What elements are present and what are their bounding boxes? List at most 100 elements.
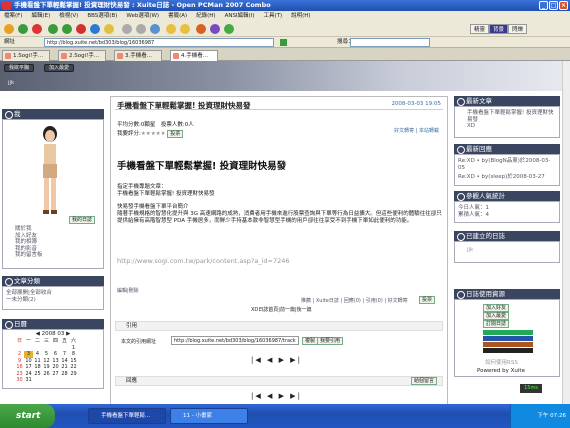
taskbar-item-paint[interactable]: 11 - 小畫家 bbox=[170, 408, 248, 424]
latest-post-1[interactable]: 手機看盤下單輕鬆掌握! 投資理財快易發 bbox=[467, 110, 555, 123]
background-button[interactable]: 背景 bbox=[489, 24, 509, 34]
calendar-day[interactable]: 17 bbox=[24, 364, 33, 371]
calendar-day[interactable]: 18 bbox=[33, 364, 42, 371]
trackback-url-field[interactable]: http://blog.xuite.net/bd303/blog/1603698… bbox=[171, 336, 299, 345]
search-input[interactable] bbox=[350, 38, 430, 47]
reply-item-2[interactable]: Re:XD • by(sleep)於2008-03-27 bbox=[458, 174, 556, 181]
vote-button[interactable]: 投票 bbox=[167, 130, 184, 138]
calendar-day[interactable]: 22 bbox=[69, 364, 78, 371]
go-icon[interactable] bbox=[280, 39, 287, 46]
category-uncategorized[interactable]: 一未分類(2) bbox=[6, 297, 100, 304]
menu-view[interactable]: 檢視(V) bbox=[59, 11, 78, 21]
built-header: 已建立的日誌 bbox=[454, 231, 560, 241]
trackback-pager[interactable]: |◀ ◀ ▶ ▶| bbox=[251, 356, 302, 364]
font-icon[interactable] bbox=[150, 24, 160, 34]
source-link[interactable]: http://www.sogi.com.tw/park/content.asp?… bbox=[117, 257, 289, 265]
calendar-day[interactable]: 20 bbox=[51, 364, 60, 371]
add-friend-button[interactable]: 加入好友 bbox=[483, 304, 510, 312]
menu-file[interactable]: 檔案(F) bbox=[4, 11, 22, 21]
ansi-icon[interactable] bbox=[224, 24, 234, 34]
copy-button[interactable]: 複製 bbox=[302, 337, 319, 345]
menu-help[interactable]: 說明(H) bbox=[291, 11, 310, 21]
built-blog-link[interactable]: jjk bbox=[467, 247, 547, 254]
calendar-day[interactable]: 26 bbox=[42, 371, 51, 378]
trackback-button[interactable]: 我要引用 bbox=[317, 337, 344, 345]
clock: 下午 07:26 bbox=[537, 413, 566, 419]
rss-help-link[interactable]: 如何使用RSS bbox=[485, 360, 518, 367]
repost-link[interactable]: 本站轉載 bbox=[419, 128, 439, 134]
post-footer-links[interactable]: 推薦 | Xuite日誌 | 回應(0) | 引用(0) | 好文轉寄 bbox=[301, 297, 408, 304]
window-titlebar: 手機看盤下單輕鬆掌握! 投資理財快易發 : Xuite日誌 - Open PCM… bbox=[0, 0, 570, 11]
back-link[interactable]: 我欲平胸 bbox=[4, 64, 35, 72]
vote-button-2[interactable]: 投票 bbox=[419, 296, 436, 304]
minimize-button[interactable]: _ bbox=[539, 1, 548, 10]
calendar-day[interactable]: 27 bbox=[51, 371, 60, 378]
maximize-button[interactable]: □ bbox=[549, 1, 558, 10]
my-diary-button[interactable]: 我的日誌 bbox=[69, 216, 96, 224]
category-header: 文章分類 bbox=[2, 276, 104, 286]
paste-icon[interactable] bbox=[136, 24, 146, 34]
latest-post-2[interactable]: XD bbox=[467, 123, 555, 130]
address-input[interactable]: http://blog.xuite.net/bd303/blog/1603698… bbox=[44, 38, 274, 47]
settings-icon[interactable] bbox=[196, 24, 206, 34]
reply-item-1[interactable]: Re:XD • by(BlogN品東)於2008-03-05 bbox=[458, 158, 556, 171]
forward-post-link[interactable]: 好文轉寄 bbox=[394, 128, 414, 134]
next-month-icon[interactable]: ▶ bbox=[64, 331, 70, 337]
add-favorite-button[interactable]: 加入最愛 bbox=[483, 312, 510, 320]
start-button[interactable]: start bbox=[0, 404, 55, 428]
calendar-day[interactable]: 29 bbox=[69, 371, 78, 378]
body-line-3: 快易發手機看盤下單平台簡介 bbox=[117, 204, 189, 210]
calendar-day[interactable]: 19 bbox=[42, 364, 51, 371]
tab-1[interactable]: 1.Sogi!手... bbox=[2, 50, 50, 61]
home-icon[interactable] bbox=[104, 24, 114, 34]
calendar-day[interactable]: 28 bbox=[60, 371, 69, 378]
latest-panel: 手機看盤下單輕鬆掌握! 投資理財快易發 XD bbox=[454, 106, 560, 138]
reply-pager[interactable]: |◀ ◀ ▶ ▶| bbox=[251, 392, 302, 400]
address-label: 網址 bbox=[4, 39, 16, 45]
new-icon[interactable] bbox=[4, 24, 14, 34]
rss-badges[interactable] bbox=[483, 330, 533, 358]
menu-bbs[interactable]: BBS選項(B) bbox=[87, 11, 117, 21]
favorites-icon[interactable] bbox=[166, 24, 176, 34]
disconnect-icon[interactable] bbox=[32, 24, 42, 34]
stop-icon[interactable] bbox=[76, 24, 86, 34]
calendar-day bbox=[33, 377, 42, 384]
add-favorite-icon[interactable] bbox=[180, 24, 190, 34]
blink-button[interactable]: 閃爍 bbox=[508, 24, 528, 34]
latest-header: 最新文章 bbox=[454, 96, 560, 106]
trackback-label: 本文的引用網址 bbox=[121, 339, 157, 345]
post-nav[interactable]: XD日誌首頁|前一篇|後一篇 bbox=[251, 306, 312, 313]
taskbar-item-browser[interactable]: 手機看盤下單輕鬆... bbox=[88, 408, 166, 424]
forward-icon[interactable] bbox=[62, 24, 72, 34]
copy-icon[interactable] bbox=[122, 24, 132, 34]
calendar-day[interactable]: 25 bbox=[33, 371, 42, 378]
avatar bbox=[43, 126, 57, 214]
tab-4[interactable]: 4.手機看... bbox=[170, 50, 218, 61]
menu-history[interactable]: 紀錄(H) bbox=[196, 11, 215, 21]
add-favorite-link[interactable]: 加入最愛 bbox=[44, 64, 75, 72]
guestbook-link[interactable]: 我的留言板 bbox=[15, 252, 43, 259]
edit-delete-links[interactable]: 編輯|刪除 bbox=[117, 287, 139, 294]
wizard-button[interactable]: 精靈 bbox=[470, 24, 490, 34]
close-button[interactable]: × bbox=[559, 1, 568, 10]
menu-web[interactable]: Web選項(W) bbox=[126, 11, 159, 21]
menu-edit[interactable]: 編輯(E) bbox=[31, 11, 50, 21]
emoticon-icon[interactable] bbox=[210, 24, 220, 34]
menu-ansi[interactable]: ANSI編輯(I) bbox=[225, 11, 255, 21]
calendar-day[interactable]: 30 bbox=[15, 377, 24, 384]
refresh-icon[interactable] bbox=[90, 24, 100, 34]
body-line-1: 指定手機專題文章： bbox=[117, 184, 167, 190]
subscribe-button[interactable]: 訂閱日誌 bbox=[483, 320, 510, 328]
calendar-day[interactable]: 31 bbox=[24, 377, 33, 384]
tab-2[interactable]: 2.Sogi!手... bbox=[58, 50, 106, 61]
leave-reply-button[interactable]: 給個留言 bbox=[411, 377, 438, 385]
tab-3[interactable]: 3.手機看... bbox=[114, 50, 162, 61]
star-rating[interactable]: ★★★★★ bbox=[141, 131, 166, 137]
menu-tools[interactable]: 工具(T) bbox=[263, 11, 282, 21]
calendar-day[interactable]: 21 bbox=[60, 364, 69, 371]
menu-bookmarks[interactable]: 書籤(A) bbox=[168, 11, 187, 21]
back-icon[interactable] bbox=[48, 24, 58, 34]
connect-icon[interactable] bbox=[18, 24, 28, 34]
calendar-day[interactable]: 16 bbox=[15, 364, 24, 371]
vertical-scrollbar[interactable] bbox=[562, 61, 570, 404]
